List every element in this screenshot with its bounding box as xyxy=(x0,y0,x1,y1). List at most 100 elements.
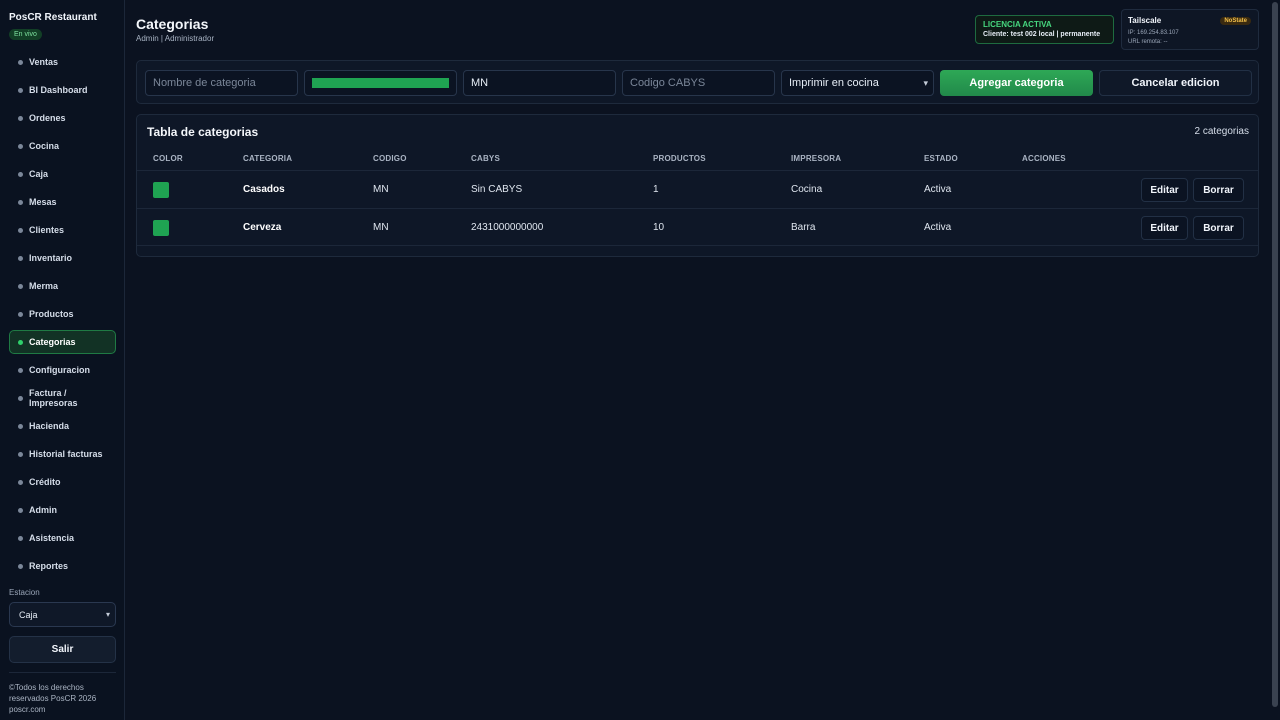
category-name: Casados xyxy=(243,184,285,195)
sidebar-item-label: Ventas xyxy=(29,57,59,67)
sidebar-item-label: Historial facturas xyxy=(29,449,103,459)
sidebar-item-label: Cocina xyxy=(29,141,60,151)
delete-button[interactable]: Borrar xyxy=(1193,216,1244,240)
sidebar-item-mesas[interactable]: Mesas xyxy=(9,188,116,216)
sidebar-item-label: Crédito xyxy=(29,477,61,487)
cabys-code-input[interactable]: Codigo CABYS xyxy=(622,70,775,96)
page-title: Categorias xyxy=(136,16,209,32)
logout-button[interactable]: Salir xyxy=(9,636,116,663)
footer-copyright: ©Todos los derechos reservados PosCR 202… xyxy=(9,683,97,714)
column-header-impresora: IMPRESORA xyxy=(791,154,842,163)
bullet-icon xyxy=(18,395,23,401)
sidebar-item-merma[interactable]: Merma xyxy=(9,272,116,300)
app-brand: PosCR Restaurant xyxy=(9,12,97,23)
color-swatch-bar xyxy=(312,78,449,88)
sidebar-item-caja[interactable]: Caja xyxy=(9,160,116,188)
station-select[interactable]: Caja ▾ xyxy=(9,602,116,627)
scrollbar-thumb[interactable] xyxy=(1272,2,1278,707)
station-label: Estacion xyxy=(9,588,40,597)
bullet-icon xyxy=(18,339,23,345)
sidebar-item-label: Admin xyxy=(29,505,57,515)
tailscale-url: URL remota: -- xyxy=(1128,39,1168,45)
tailscale-status-badge: NoState xyxy=(1220,17,1251,25)
column-header-color: COLOR xyxy=(153,154,183,163)
edit-button[interactable]: Editar xyxy=(1141,178,1188,202)
sidebar-item-label: Merma xyxy=(29,281,59,291)
tailscale-card: Tailscale NoState IP: 169.254.83.107 URL… xyxy=(1121,9,1259,50)
printer-select-value: Imprimir en cocina xyxy=(789,77,879,89)
cancel-edit-button[interactable]: Cancelar edicion xyxy=(1099,70,1252,96)
sidebar-item-bi-dashboard[interactable]: BI Dashboard xyxy=(9,76,116,104)
sidebar-item-label: Mesas xyxy=(29,197,57,207)
bullet-icon xyxy=(18,367,23,373)
tailscale-ip: IP: 169.254.83.107 xyxy=(1128,30,1179,36)
categories-table-panel: Tabla de categorias 2 categorias COLOR C… xyxy=(136,114,1259,257)
sidebar-item-asistencia[interactable]: Asistencia xyxy=(9,524,116,552)
table-row: Casados MN Sin CABYS 1 Cocina Activa Edi… xyxy=(137,170,1258,208)
bullet-icon xyxy=(18,479,23,485)
sidebar-item-reportes[interactable]: Reportes xyxy=(9,552,116,580)
sidebar-item-factura-impresoras[interactable]: Factura / Impresoras xyxy=(9,384,116,412)
sidebar-item-label: BI Dashboard xyxy=(29,85,88,95)
bullet-icon xyxy=(18,115,23,121)
bullet-icon xyxy=(18,311,23,317)
sidebar-item-ventas[interactable]: Ventas xyxy=(9,48,116,76)
column-header-acciones: ACCIONES xyxy=(1022,154,1066,163)
sidebar-item-credito[interactable]: Crédito xyxy=(9,468,116,496)
sidebar-item-ordenes[interactable]: Ordenes xyxy=(9,104,116,132)
bullet-icon xyxy=(18,563,23,569)
category-printer: Barra xyxy=(791,222,816,233)
table-title: Tabla de categorias xyxy=(147,125,259,139)
license-status-card: LICENCIA ACTIVA Cliente: test 002 local … xyxy=(975,15,1114,44)
sidebar-item-inventario[interactable]: Inventario xyxy=(9,244,116,272)
color-picker[interactable] xyxy=(304,70,457,96)
chevron-down-icon: ▾ xyxy=(923,77,928,88)
category-product-count: 1 xyxy=(653,184,659,195)
category-form: Nombre de categoria MN Codigo CABYS Impr… xyxy=(136,60,1259,104)
sidebar-item-label: Caja xyxy=(29,169,49,179)
category-product-count: 10 xyxy=(653,222,665,233)
sidebar-item-cocina[interactable]: Cocina xyxy=(9,132,116,160)
table-row: Cerveza MN 2431000000000 10 Barra Activa… xyxy=(137,208,1258,246)
bullet-icon xyxy=(18,143,23,149)
add-category-button[interactable]: Agregar categoria xyxy=(940,70,1093,96)
sidebar-item-label: Hacienda xyxy=(29,421,70,431)
category-name-input[interactable]: Nombre de categoria xyxy=(145,70,298,96)
sidebar-item-label: Productos xyxy=(29,309,74,319)
sidebar-item-clientes[interactable]: Clientes xyxy=(9,216,116,244)
sidebar-item-label: Ordenes xyxy=(29,113,66,123)
sidebar-item-historial-facturas[interactable]: Historial facturas xyxy=(9,440,116,468)
scrollbar[interactable] xyxy=(1270,0,1280,720)
sidebar-item-configuracion[interactable]: Configuracion xyxy=(9,356,116,384)
sidebar-item-label: Reportes xyxy=(29,561,69,571)
bullet-icon xyxy=(18,423,23,429)
sidebar-item-label: Clientes xyxy=(29,225,65,235)
category-cabys: Sin CABYS xyxy=(471,184,523,195)
sidebar-item-label: Configuracion xyxy=(29,365,90,375)
edit-button[interactable]: Editar xyxy=(1141,216,1188,240)
category-printer: Cocina xyxy=(791,184,823,195)
license-client: Cliente: test 002 local | permanente xyxy=(983,31,1101,38)
code-input[interactable]: MN xyxy=(463,70,616,96)
divider xyxy=(9,672,116,673)
bullet-icon xyxy=(18,87,23,93)
station-select-value: Caja xyxy=(19,609,38,620)
sidebar-item-categorias[interactable]: Categorias xyxy=(9,330,116,354)
column-header-estado: ESTADO xyxy=(924,154,958,163)
bullet-icon xyxy=(18,283,23,289)
page-subtitle: Admin | Administrador xyxy=(136,34,215,43)
sidebar-item-hacienda[interactable]: Hacienda xyxy=(9,412,116,440)
column-header-cabys: CABYS xyxy=(471,154,501,163)
category-status: Activa xyxy=(924,184,952,195)
bullet-icon xyxy=(18,507,23,513)
delete-button[interactable]: Borrar xyxy=(1193,178,1244,202)
printer-select[interactable]: Imprimir en cocina ▾ xyxy=(781,70,934,96)
column-header-codigo: CODIGO xyxy=(373,154,407,163)
bullet-icon xyxy=(18,199,23,205)
bullet-icon xyxy=(18,171,23,177)
sidebar-item-admin[interactable]: Admin xyxy=(9,496,116,524)
sidebar-item-productos[interactable]: Productos xyxy=(9,300,116,328)
sidebar-item-label: Asistencia xyxy=(29,533,75,543)
live-status-badge: En vivo xyxy=(9,29,42,40)
category-status: Activa xyxy=(924,222,952,233)
